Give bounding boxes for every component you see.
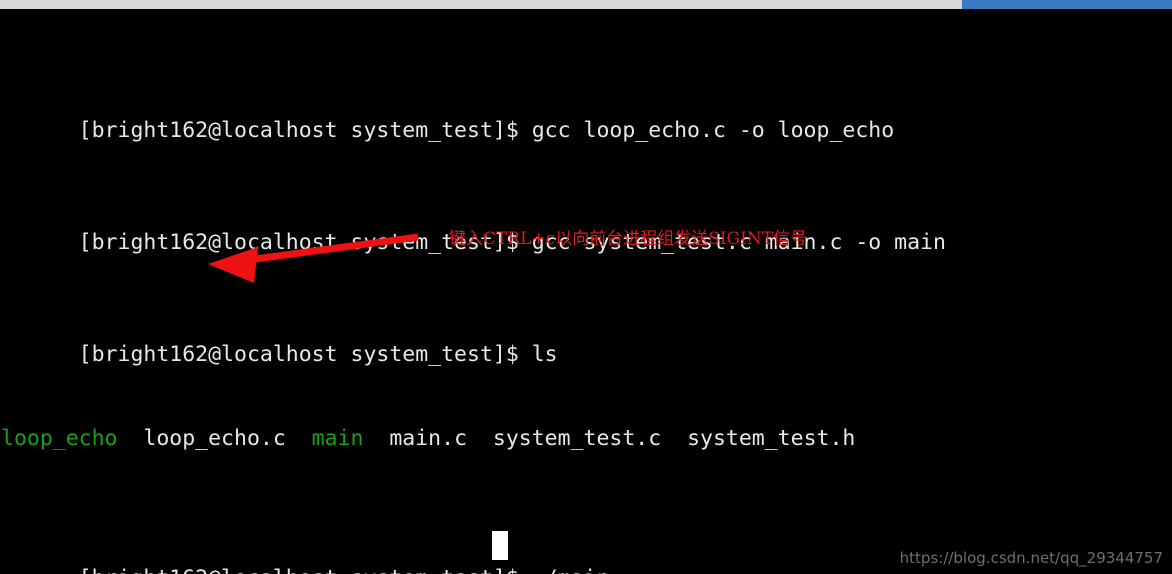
terminal-output-area[interactable]: [bright162@localhost system_test]$ gcc l… — [0, 5, 1172, 574]
file-entry-main-c: main.c — [389, 426, 468, 451]
terminal-line-command: [bright162@localhost system_test]$ gcc l… — [0, 89, 1172, 143]
command-text: ./main — [519, 566, 610, 574]
terminal-line-command: [bright162@localhost system_test]$ ls — [0, 313, 1172, 367]
shell-prompt: [bright162@localhost system_test]$ — [78, 342, 519, 367]
watermark-url: https://blog.csdn.net/qq_29344757 — [899, 549, 1163, 567]
shell-prompt: [bright162@localhost system_test]$ — [79, 566, 519, 574]
ls-gap — [286, 426, 312, 451]
file-entry-loop-echo: loop_echo — [1, 426, 118, 451]
annotation-text: 键入CTRL+c以向前台进程组发送SIGINT信号 — [449, 229, 808, 249]
terminal-line-ls-output: loop_echo loop_echo.c main main.c system… — [0, 425, 1172, 453]
file-entry-main: main — [311, 426, 364, 451]
shell-prompt: [bright162@localhost system_test]$ — [78, 118, 519, 143]
file-entry-system-test-h: system_test.h — [687, 426, 856, 451]
file-entry-loop-echo-c: loop_echo.c — [143, 426, 286, 451]
ls-gap — [363, 426, 389, 451]
ls-gap — [118, 426, 144, 451]
terminal-cursor — [492, 531, 508, 560]
terminal-line-command: [bright162@localhost system_test]$ gcc s… — [0, 201, 1172, 255]
command-text: ls — [518, 342, 558, 367]
ls-gap — [467, 426, 493, 451]
terminal-window: [bright162@localhost system_test]$ gcc l… — [0, 0, 1172, 574]
command-text: gcc loop_echo.c -o loop_echo — [518, 118, 895, 143]
ls-gap — [661, 426, 687, 451]
file-entry-system-test-c: system_test.c — [492, 426, 662, 451]
